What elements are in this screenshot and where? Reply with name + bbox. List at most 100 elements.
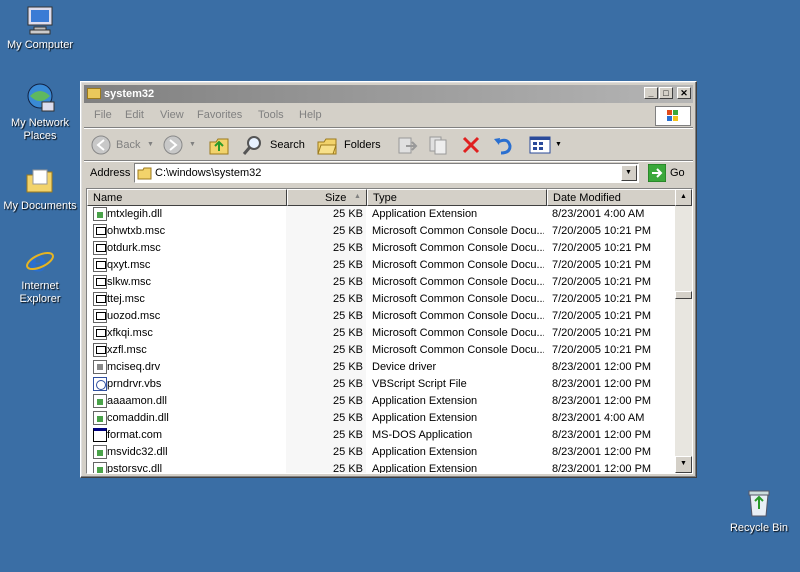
- file-size: 25 KB: [333, 446, 363, 458]
- column-header-name[interactable]: Name: [87, 189, 287, 206]
- menu-edit[interactable]: Edit: [125, 109, 144, 121]
- table-row[interactable]: pstorsvc.dll 25 KB Application Extension 8/…: [87, 461, 676, 474]
- table-row[interactable]: qxyt.msc 25 KB Microsoft Common Console Do…: [87, 257, 676, 274]
- scroll-up-button[interactable]: ▲: [675, 189, 692, 206]
- file-date: 8/23/2001 12:00 PM: [552, 395, 652, 407]
- file-date: 7/20/2005 10:21 PM: [552, 259, 652, 271]
- column-date-label: Date Modified: [553, 192, 621, 204]
- file-date: 7/20/2005 10:21 PM: [552, 242, 652, 254]
- menu-separator: [84, 127, 693, 129]
- vertical-scrollbar[interactable]: ▲ ▼: [675, 189, 692, 473]
- file-date: 8/23/2001 12:00 PM: [552, 429, 652, 441]
- drv-file-icon: [93, 360, 107, 374]
- table-row[interactable]: msvidc32.dll 25 KB Application Extension 8/…: [87, 444, 676, 461]
- go-arrow-icon: [648, 164, 666, 182]
- maximize-button[interactable]: □: [659, 87, 673, 99]
- menu-file[interactable]: File: [94, 109, 112, 121]
- up-folder-button[interactable]: [208, 133, 232, 157]
- file-size: 25 KB: [333, 378, 363, 390]
- file-date: 7/20/2005 10:21 PM: [552, 310, 652, 322]
- computer-icon: [24, 4, 56, 36]
- column-size-label: Size: [325, 192, 347, 204]
- file-type: Microsoft Common Console Docu...: [372, 310, 544, 322]
- undo-button[interactable]: [492, 133, 516, 157]
- toolbar: Back ▼ ▼ Search Folders ▼: [84, 130, 693, 160]
- table-row[interactable]: mciseq.drv 25 KB Device driver 8/23/2001 12…: [87, 359, 676, 376]
- file-type: Application Extension: [372, 208, 478, 220]
- table-row[interactable]: aaaamon.dll 25 KB Application Extension 8/2…: [87, 393, 676, 410]
- column-name-label: Name: [93, 192, 123, 204]
- address-label: Address: [90, 167, 131, 179]
- file-name: qxyt.msc: [107, 259, 151, 271]
- table-row[interactable]: ttej.msc 25 KB Microsoft Common Console Do…: [87, 291, 676, 308]
- minimize-button[interactable]: _: [644, 87, 658, 99]
- file-size: 25 KB: [333, 293, 363, 305]
- column-header-size[interactable]: Size ▲: [287, 189, 367, 206]
- file-date: 8/23/2001 12:00 PM: [552, 446, 652, 458]
- table-row[interactable]: comaddin.dll 25 KB Application Extension 8/…: [87, 410, 676, 427]
- file-size: 25 KB: [333, 395, 363, 407]
- file-name: prndrvr.vbs: [107, 378, 162, 390]
- table-row[interactable]: otdurk.msc 25 KB Microsoft Common Console …: [87, 240, 676, 257]
- search-label: Search: [270, 139, 305, 151]
- desktop-icon-recycle-bin[interactable]: Recycle Bin: [719, 487, 799, 535]
- chevron-down-icon[interactable]: ▼: [189, 141, 196, 148]
- file-date: 7/20/2005 10:21 PM: [552, 327, 652, 339]
- column-type-label: Type: [373, 192, 397, 204]
- title-bar[interactable]: system32 _ □ ✕: [84, 85, 693, 103]
- desktop-icon-my-documents[interactable]: My Documents: [0, 165, 80, 213]
- desktop-icon-my-computer[interactable]: My Computer: [0, 4, 80, 52]
- address-bar: Address C:\windows\system32 ▼ Go: [84, 162, 693, 184]
- forward-button[interactable]: ▼: [162, 133, 198, 157]
- file-name: pstorsvc.dll: [107, 463, 163, 474]
- table-row[interactable]: xzfl.msc 25 KB Microsoft Common Console Do…: [87, 342, 676, 359]
- views-button[interactable]: ▼: [528, 133, 564, 157]
- table-row[interactable]: format.com 25 KB MS-DOS Application 8/23/20…: [87, 427, 676, 444]
- menu-tools[interactable]: Tools: [258, 109, 284, 121]
- desktop-icon-label: My Computer: [6, 39, 74, 51]
- desktop-icon-label: My Network Places: [10, 117, 70, 142]
- msc-file-icon: [93, 326, 107, 340]
- undo-icon: [494, 138, 512, 155]
- scroll-up-icon: ▲: [680, 193, 687, 200]
- svg-text:e: e: [29, 245, 47, 277]
- desktop-icon-internet-explorer[interactable]: e Internet Explorer: [0, 245, 80, 306]
- column-header-type[interactable]: Type: [367, 189, 547, 206]
- desktop-icon-my-network-places[interactable]: My Network Places: [0, 82, 80, 143]
- table-row[interactable]: uozod.msc 25 KB Microsoft Common Console D…: [87, 308, 676, 325]
- file-type: Application Extension: [372, 463, 478, 474]
- table-row[interactable]: xfkqi.msc 25 KB Microsoft Common Console D…: [87, 325, 676, 342]
- menu-view[interactable]: View: [160, 109, 184, 121]
- views-icon: [529, 136, 551, 154]
- table-row[interactable]: mtxlegih.dll 25 KB Application Extension 8/…: [87, 206, 676, 223]
- go-button[interactable]: Go: [646, 163, 688, 183]
- close-button[interactable]: ✕: [677, 87, 691, 99]
- column-header-date[interactable]: Date Modified: [547, 189, 676, 206]
- table-row[interactable]: ohwtxb.msc 25 KB Microsoft Common Console …: [87, 223, 676, 240]
- file-list[interactable]: Name Size ▲ Type Date Modified mtxlegih.d…: [86, 188, 693, 474]
- file-type: Microsoft Common Console Docu...: [372, 259, 544, 271]
- scroll-down-button[interactable]: ▼: [675, 456, 692, 473]
- move-to-button[interactable]: [396, 133, 420, 157]
- back-button[interactable]: Back ▼: [90, 133, 154, 157]
- dll-file-icon: [93, 411, 107, 425]
- file-name: ttej.msc: [107, 293, 145, 305]
- table-row[interactable]: slkw.msc 25 KB Microsoft Common Console Do…: [87, 274, 676, 291]
- folders-button[interactable]: Folders: [316, 133, 386, 157]
- folder-icon: [87, 88, 101, 99]
- delete-button[interactable]: [460, 133, 484, 157]
- scroll-thumb[interactable]: [675, 291, 692, 299]
- chevron-down-icon[interactable]: ▼: [147, 141, 154, 148]
- menu-help[interactable]: Help: [299, 109, 322, 121]
- menu-favorites[interactable]: Favorites: [197, 109, 242, 121]
- table-row[interactable]: prndrvr.vbs 25 KB VBScript Script File 8/23…: [87, 376, 676, 393]
- address-dropdown-button[interactable]: ▼: [621, 165, 637, 181]
- chevron-down-icon[interactable]: ▼: [555, 141, 562, 148]
- folder-icon: [24, 165, 56, 197]
- copy-to-icon: [429, 136, 447, 155]
- delete-icon: [462, 136, 480, 154]
- address-input[interactable]: C:\windows\system32 ▼: [134, 163, 639, 183]
- search-button[interactable]: Search: [242, 133, 310, 157]
- desktop-icon-label: My Documents: [3, 200, 77, 212]
- copy-to-button[interactable]: [428, 133, 452, 157]
